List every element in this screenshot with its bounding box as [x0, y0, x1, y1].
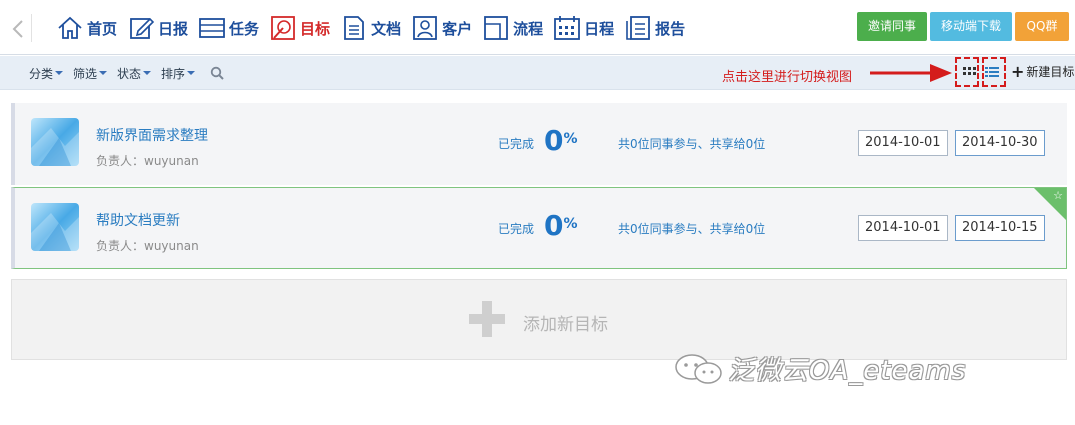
caret-down-icon: [99, 71, 108, 75]
goal-card[interactable]: 新版界面需求整理 负责人：wuyunan 已完成 0% 共0位同事参与、共享给0…: [11, 103, 1067, 185]
nav-item-document[interactable]: 文档: [340, 12, 401, 44]
nav-label: 日程: [584, 19, 615, 38]
workflow-icon: [484, 16, 508, 40]
nav-item-customer[interactable]: 客户: [411, 12, 472, 44]
status-dropdown[interactable]: 状态: [117, 65, 152, 82]
nav-label: 任务: [229, 19, 260, 38]
customer-icon: [413, 16, 437, 40]
top-navigation: 首页 日报 任务 目标 文档 客户 流程 日程 报告 邀请同事 移动端下载 QQ…: [0, 0, 1075, 55]
nav-item-home[interactable]: 首页: [56, 12, 117, 44]
view-switch: [955, 57, 1009, 87]
nav-label: 首页: [87, 19, 118, 38]
sort-dropdown[interactable]: 排序: [161, 65, 196, 82]
done-label: 已完成: [498, 137, 535, 151]
goal-owner: 负责人：wuyunan: [96, 239, 199, 253]
back-button[interactable]: [8, 14, 32, 42]
filter-dropdown[interactable]: 筛选: [73, 65, 108, 82]
calendar-icon: [554, 16, 581, 40]
status-label: 状态: [117, 66, 142, 81]
main-nav: 首页 日报 任务 目标 文档 客户 流程 日程 报告: [56, 12, 695, 44]
home-icon: [58, 16, 82, 39]
task-list-icon: [199, 18, 225, 38]
done-label: 已完成: [498, 222, 535, 236]
start-date[interactable]: 2014-10-01: [858, 215, 948, 241]
goal-title[interactable]: 新版界面需求整理: [96, 125, 208, 145]
add-new-goal[interactable]: 添加新目标: [11, 279, 1067, 360]
nav-item-task[interactable]: 任务: [198, 12, 259, 44]
filter-label: 筛选: [73, 66, 98, 81]
goal-thumbnail: [31, 203, 79, 251]
nav-label: 文档: [371, 19, 402, 38]
goal-card[interactable]: 帮助文档更新 负责人：wuyunan 已完成 0% 共0位同事参与、共享给0位 …: [11, 187, 1067, 269]
end-date[interactable]: 2014-10-30: [955, 130, 1045, 156]
edit-icon: [130, 17, 155, 39]
list-view-icon[interactable]: [985, 65, 999, 79]
nav-label: 客户: [442, 19, 473, 38]
arrow-right-icon: [870, 64, 952, 82]
goal-title[interactable]: 帮助文档更新: [96, 210, 180, 230]
share-info: 共0位同事参与、共享给0位: [618, 222, 766, 236]
view-switch-hint: 点击这里进行切换视图: [722, 70, 853, 85]
plus-icon: +: [1011, 61, 1025, 81]
nav-item-daily[interactable]: 日报: [127, 12, 188, 44]
watermark-text: 泛微云OA_eteams: [728, 356, 967, 386]
caret-down-icon: [143, 71, 152, 75]
report-icon: [626, 16, 651, 40]
nav-label: 目标: [300, 19, 331, 38]
add-new-goal-label: 添加新目标: [523, 315, 608, 335]
document-icon: [344, 16, 364, 40]
nav-item-report[interactable]: 报告: [624, 12, 685, 44]
percent-sign: %: [563, 216, 578, 232]
nav-label: 流程: [513, 19, 544, 38]
nav-item-workflow[interactable]: 流程: [482, 12, 543, 44]
plus-icon: [469, 301, 505, 337]
progress-percent: 0%: [544, 125, 578, 157]
goal-thumbnail: [31, 118, 79, 166]
mobile-download-button[interactable]: 移动端下载: [930, 12, 1012, 41]
top-action-buttons: 邀请同事 移动端下载 QQ群: [854, 12, 1069, 41]
caret-down-icon: [55, 71, 64, 75]
new-goal-label: 新建目标: [1026, 65, 1075, 79]
nav-label: 报告: [655, 19, 686, 38]
qq-group-button[interactable]: QQ群: [1015, 12, 1069, 41]
watermark: 泛微云OA_eteams: [672, 350, 966, 387]
nav-item-goal[interactable]: 目标: [269, 12, 330, 44]
progress-percent: 0%: [544, 210, 578, 242]
chevron-left-icon: [12, 20, 23, 38]
toolbar-dropdowns: 分类 筛选 状态 排序: [29, 56, 224, 90]
nav-item-schedule[interactable]: 日程: [553, 12, 614, 44]
progress-value: 0: [544, 124, 564, 157]
share-info: 共0位同事参与、共享给0位: [618, 137, 766, 151]
progress-value: 0: [544, 209, 564, 242]
category-label: 分类: [29, 66, 54, 81]
target-icon: [271, 16, 295, 40]
new-goal-button[interactable]: + 新建目标: [1011, 63, 1074, 80]
sort-label: 排序: [161, 66, 186, 81]
percent-sign: %: [563, 131, 578, 147]
grid-view-icon[interactable]: [963, 65, 977, 79]
end-date[interactable]: 2014-10-15: [955, 215, 1045, 241]
wechat-icon: [675, 353, 722, 384]
nav-label: 日报: [158, 19, 189, 38]
caret-down-icon: [187, 71, 196, 75]
search-icon[interactable]: [210, 66, 224, 80]
goal-owner: 负责人：wuyunan: [96, 154, 199, 168]
invite-colleague-button[interactable]: 邀请同事: [857, 12, 927, 41]
star-icon[interactable]: ☆: [1053, 190, 1063, 202]
category-dropdown[interactable]: 分类: [29, 65, 64, 82]
start-date[interactable]: 2014-10-01: [858, 130, 948, 156]
